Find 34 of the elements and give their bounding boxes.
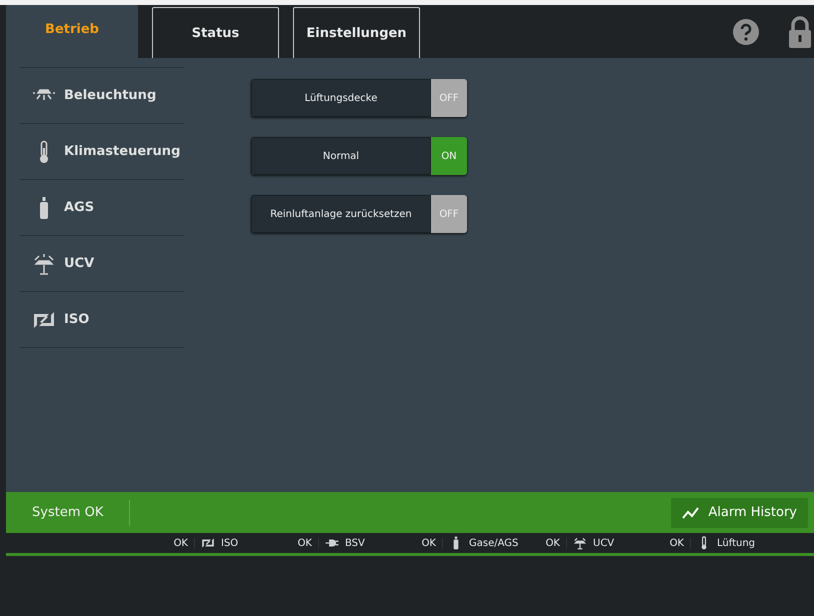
subsystem-label: BSV bbox=[345, 538, 365, 548]
sidebar-label: Klimasteuerung bbox=[64, 144, 180, 159]
sidebar-item[interactable]: AGS bbox=[20, 180, 184, 236]
sidebar-label: AGS bbox=[64, 200, 94, 215]
toggle-button[interactable]: Lüftungsdecke bbox=[251, 79, 431, 117]
tab[interactable]: Status bbox=[152, 7, 279, 58]
toggle-button[interactable]: Reinluftanlage zurücksetzen bbox=[251, 195, 431, 233]
subsystem-label: UCV bbox=[593, 538, 614, 548]
subsystem-status: OK bbox=[290, 538, 319, 548]
sidebar-label: ISO bbox=[64, 312, 90, 327]
subsystem-status: OK bbox=[166, 538, 195, 548]
subsystem-status: OK bbox=[662, 538, 691, 548]
chart-line-icon bbox=[682, 506, 700, 520]
sidebar-label: Beleuchtung bbox=[64, 88, 156, 103]
alarm-history-button[interactable]: Alarm History bbox=[671, 498, 808, 528]
system-status-text: System OK bbox=[32, 505, 104, 520]
subsystem-status: OK bbox=[538, 538, 567, 548]
tab[interactable]: Betrieb bbox=[6, 5, 138, 58]
tab[interactable]: Einstellungen bbox=[293, 7, 420, 58]
toggle-button[interactable]: Normal bbox=[251, 137, 431, 175]
iso-icon bbox=[201, 536, 215, 550]
sidebar-item[interactable]: UCV bbox=[20, 236, 184, 292]
ceiling-light-icon bbox=[573, 536, 587, 550]
subsystem-label: ISO bbox=[221, 538, 238, 548]
subsystem-status: OK bbox=[414, 538, 443, 548]
subsystem-label: Lüftung bbox=[717, 538, 756, 548]
sidebar-item[interactable]: ISO bbox=[20, 292, 184, 348]
sidebar-item[interactable]: Beleuchtung bbox=[20, 68, 184, 124]
lock-icon[interactable] bbox=[788, 16, 812, 48]
sidebar-item[interactable]: Klimasteuerung bbox=[20, 124, 184, 180]
ceiling-light-icon bbox=[32, 252, 56, 276]
help-icon[interactable] bbox=[732, 18, 760, 46]
subsystem-label: Gase/AGS bbox=[469, 538, 518, 548]
sidebar-label: UCV bbox=[64, 256, 94, 271]
